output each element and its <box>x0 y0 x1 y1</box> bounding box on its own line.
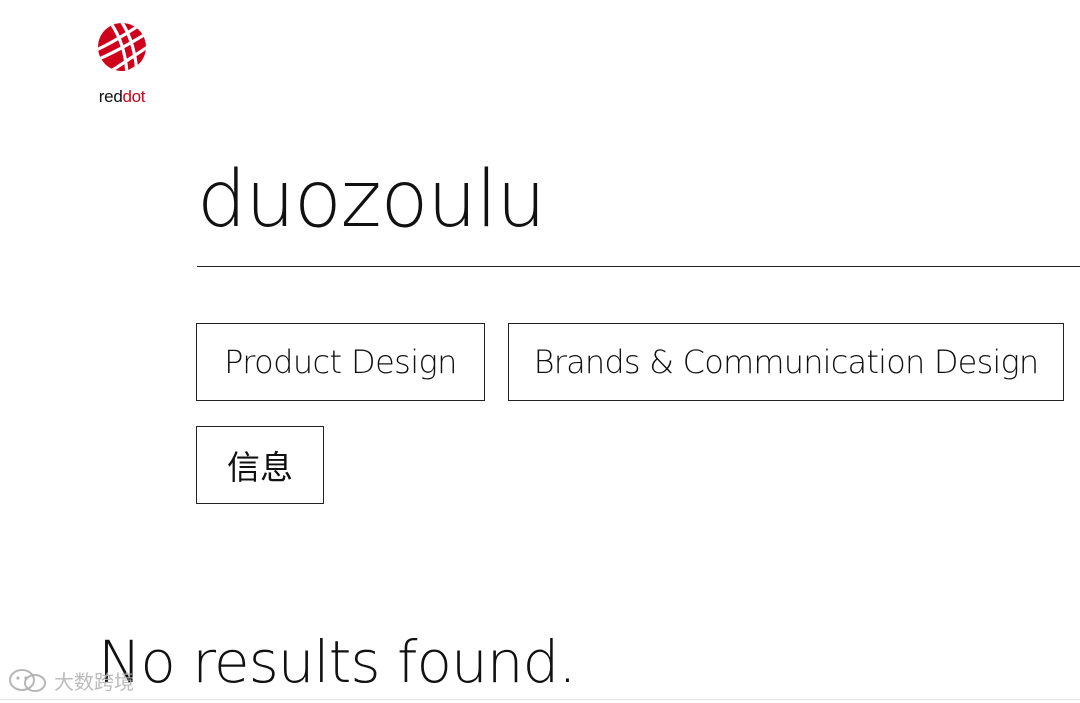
reddot-logo[interactable]: reddot <box>94 22 150 110</box>
search-bar <box>197 150 1080 267</box>
search-input[interactable] <box>197 150 1080 250</box>
no-results-message: No results found. <box>98 628 577 696</box>
filter-brands-communication-design-button[interactable]: Brands & Communication Design <box>508 323 1064 401</box>
reddot-wordmark: reddot <box>98 87 146 106</box>
filter-product-design-button[interactable]: Product Design <box>196 323 485 401</box>
filter-info-button[interactable]: 信息 <box>196 426 324 504</box>
bottom-divider <box>0 699 1080 700</box>
page: reddot Product Design Brands & Communica… <box>0 0 1080 703</box>
reddot-logo-icon <box>98 23 146 71</box>
wechat-logo-icon <box>8 667 48 695</box>
